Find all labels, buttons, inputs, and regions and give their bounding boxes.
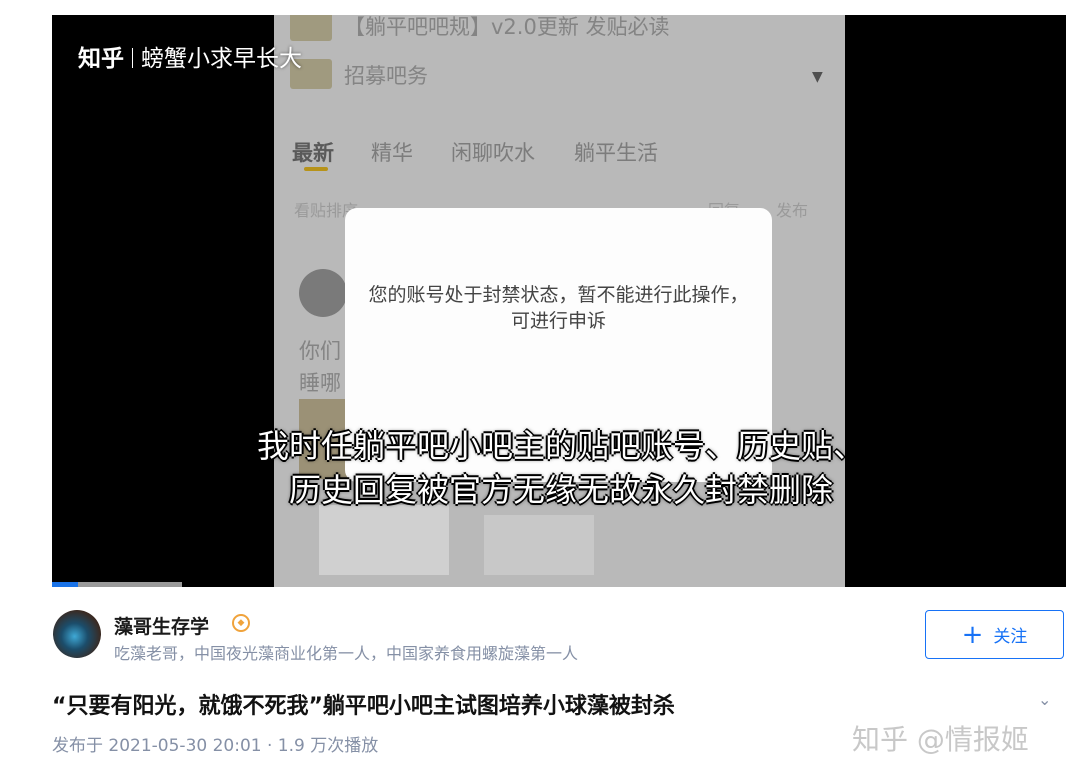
chevron-down-icon[interactable]: ⌄	[1038, 690, 1051, 709]
post-card	[319, 505, 449, 575]
video-player[interactable]: 【躺平吧吧规】v2.0更新 发贴必读 招募吧务 ▼ 最新 精华 闲聊吹水 躺平生…	[52, 15, 1066, 587]
video-title[interactable]: “只要有阳光，就饿不死我”躺平吧小吧主试图培养小球藻被封杀	[52, 688, 675, 720]
author-description: 吃藻老哥，中国夜光藻商业化第一人，中国家养食用螺旋藻第一人	[114, 644, 579, 663]
watermark-author: 螃蟹小求早长大	[141, 46, 302, 72]
progress-bar-fill	[52, 582, 78, 587]
tab-lifestyle: 躺平生活	[574, 141, 658, 165]
tab-featured: 精华	[371, 141, 413, 165]
follow-button[interactable]: + 关注	[925, 610, 1064, 659]
video-watermark: 知乎 螃蟹小求早长大	[78, 39, 302, 73]
dropdown-arrow-icon: ▼	[812, 69, 823, 85]
plus-icon: +	[961, 619, 984, 650]
active-tab-underline	[304, 167, 328, 171]
post-avatar	[299, 269, 347, 317]
follow-button-label: 关注	[993, 627, 1028, 647]
video-subtitle: 我时任躺平吧小吧主的贴吧账号、历史贴、历史回复被官方无缘无故永久封禁删除	[256, 427, 865, 509]
zhihu-logo: 知乎	[78, 46, 124, 72]
tab-latest: 最新	[292, 141, 334, 165]
pinned-post-text: 【躺平吧吧规】v2.0更新 发贴必读	[344, 15, 670, 39]
post-fragment: 睡哪	[299, 371, 341, 395]
post-card	[484, 515, 594, 575]
post-fragment: 你们	[299, 339, 341, 363]
page-watermark: 知乎 @情报姬	[852, 723, 1029, 756]
author-name[interactable]: 藻哥生存学	[114, 612, 209, 639]
recruit-text: 招募吧务	[344, 64, 428, 88]
separator	[132, 48, 133, 68]
author-avatar[interactable]	[53, 610, 101, 658]
certified-badge-icon: ◆	[232, 614, 250, 632]
ban-dialog-message: 您的账号处于封禁状态，暂不能进行此操作，可进行申诉	[368, 284, 749, 332]
sort-publish: 发布	[776, 201, 809, 220]
post-meta: 发布于 2021-05-30 20:01 · 1.9 万次播放	[52, 736, 379, 756]
pinned-post-thumbnail	[290, 15, 332, 41]
tab-chat: 闲聊吹水	[451, 141, 535, 165]
